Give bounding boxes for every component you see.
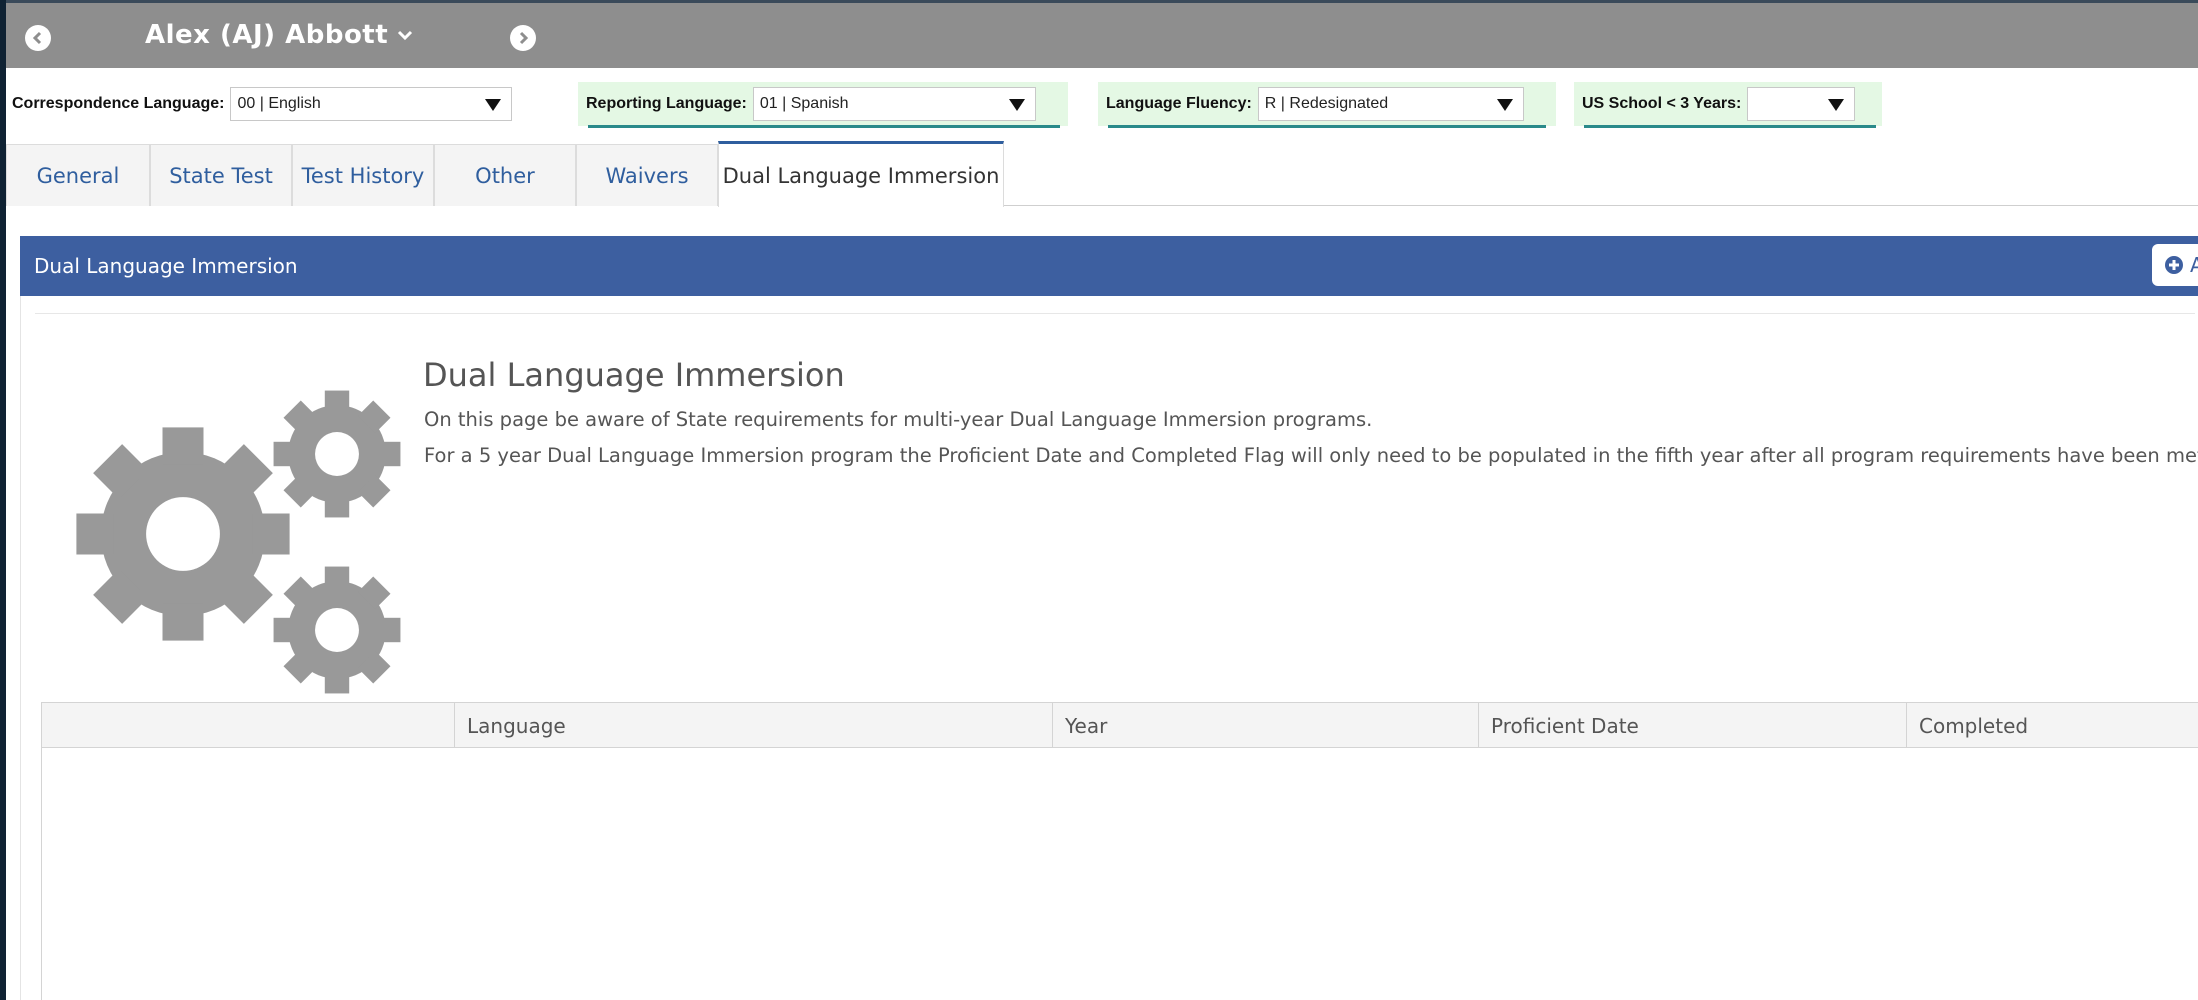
column-header-label: Language [467,713,566,738]
field-underline [588,125,1060,128]
info-title: Dual Language Immersion [423,356,845,394]
panel-body: Dual Language Immersion On this page be … [20,296,2198,1000]
tab-state-test[interactable]: State Test [150,144,292,206]
column-header-completed[interactable]: Completed [1906,703,2198,748]
tab-other[interactable]: Other [434,144,576,206]
column-header-label: Year [1065,713,1108,738]
add-button-label: Ad [2190,253,2198,277]
language-fields-row: Correspondence Language: 00 | English Re… [6,82,2198,128]
panel-title: Dual Language Immersion [34,254,298,278]
dli-records-table: Language Year Proficient Date Completed [41,702,2198,1000]
table-header-row: Language Year Proficient Date Completed [42,703,2198,748]
tab-label: State Test [169,163,273,188]
correspondence-language-label: Correspondence Language: [12,95,225,112]
column-header-year[interactable]: Year [1052,703,1478,748]
tab-label: Other [475,163,535,188]
column-header-label: Completed [1919,713,2029,738]
us-school-select[interactable] [1747,87,1856,121]
next-student-button[interactable] [510,25,536,51]
divider [35,313,2195,314]
tab-label: Test History [301,163,425,188]
tab-label: Dual Language Immersion [722,163,1000,188]
reporting-language-field: Reporting Language: 01 | Spanish [578,82,1068,128]
plus-circle-icon [2165,256,2183,274]
reporting-language-label: Reporting Language: [586,95,747,112]
correspondence-language-field: Correspondence Language: 00 | English [12,82,513,126]
chevron-down-icon [398,30,413,41]
column-header-label: Proficient Date [1491,713,1639,738]
student-name-dropdown[interactable]: Alex (AJ) Abbott [145,20,414,50]
correspondence-language-select[interactable]: 00 | English [230,87,513,121]
correspondence-language-value: 00 | English [237,95,321,112]
student-name: Alex (AJ) Abbott [145,20,389,50]
panel-header: Dual Language Immersion Ad [20,236,2198,296]
language-fluency-value: R | Redesignated [1264,95,1389,112]
dropdown-arrow-icon [1828,99,1845,111]
tab-label: General [36,163,120,188]
language-fluency-select[interactable]: R | Redesignated [1257,87,1524,121]
tab-label: Waivers [605,163,689,188]
tab-waivers[interactable]: Waivers [576,144,718,206]
column-header-language[interactable]: Language [454,703,1052,748]
tab-test-history[interactable]: Test History [292,144,434,206]
dropdown-arrow-icon [485,99,502,111]
language-fluency-field: Language Fluency: R | Redesignated [1098,82,1556,128]
add-button[interactable]: Ad [2152,244,2198,286]
field-underline [1584,125,1876,128]
tab-bar: General State Test Test History Other Wa… [6,141,2198,207]
field-underline [1108,125,1546,128]
tab-general[interactable]: General [6,144,150,206]
reporting-language-value: 01 | Spanish [759,95,849,112]
us-school-field: US School < 3 Years: [1574,82,1882,128]
info-line-1: On this page be aware of State requireme… [424,408,1373,431]
us-school-label: US School < 3 Years: [1582,95,1742,112]
column-header-proficient-date[interactable]: Proficient Date [1478,703,1906,748]
gears-icon [76,390,401,694]
dropdown-arrow-icon [1496,99,1513,111]
dropdown-arrow-icon [1008,99,1025,111]
arrow-right-circle-icon [519,31,529,45]
app-frame: Alex (AJ) Abbott Correspondence Language… [6,0,2198,1000]
arrow-left-circle-icon [32,31,42,45]
student-header-bar: Alex (AJ) Abbott [6,0,2198,68]
language-fluency-label: Language Fluency: [1106,95,1252,112]
column-header-blank [42,703,454,748]
reporting-language-select[interactable]: 01 | Spanish [752,87,1036,121]
tab-dual-language-immersion[interactable]: Dual Language Immersion [718,141,1004,207]
previous-student-button[interactable] [25,25,51,51]
info-line-2: For a 5 year Dual Language Immersion pro… [424,444,2198,467]
